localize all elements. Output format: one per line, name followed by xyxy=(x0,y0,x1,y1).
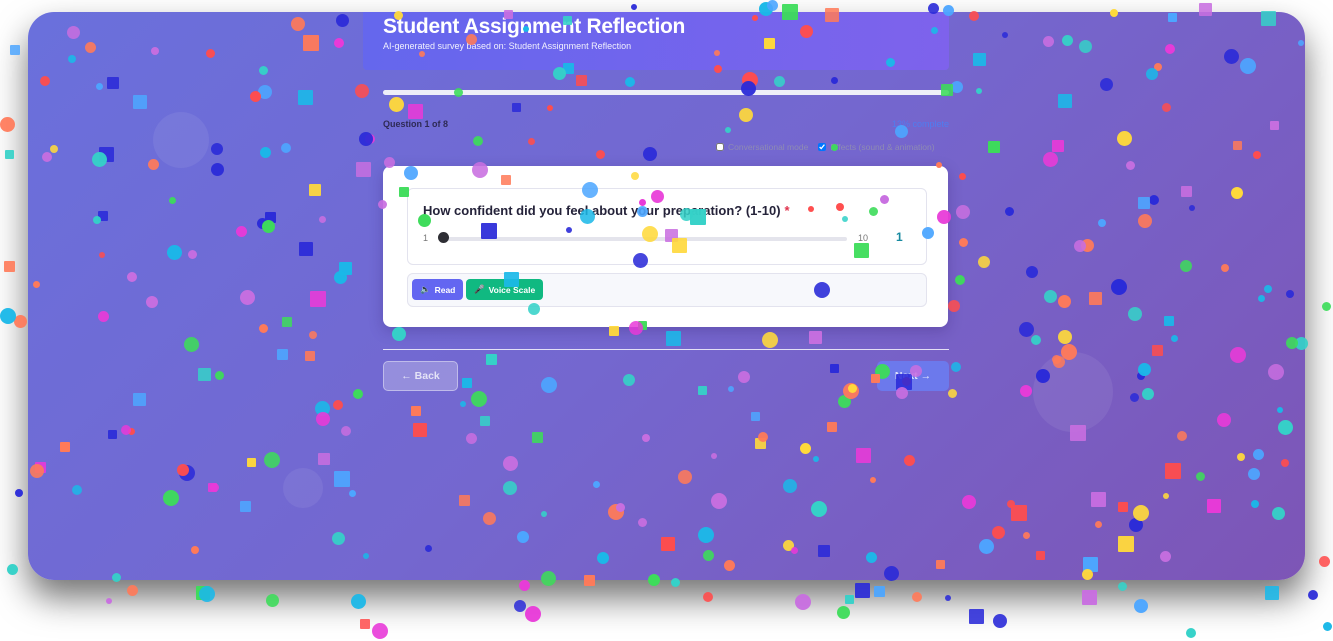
confetti-piece xyxy=(993,614,1007,628)
confetti-piece xyxy=(945,595,951,601)
back-button[interactable]: ← Back xyxy=(383,361,458,391)
progress-bar xyxy=(383,90,949,95)
confetti-piece xyxy=(874,586,885,597)
voice-scale-button-label: Voice Scale xyxy=(488,284,536,295)
read-button-label: Read xyxy=(434,284,456,295)
page-subtitle: AI-generated survey based on: Student As… xyxy=(383,41,632,51)
slider-min-label: 1 xyxy=(423,233,429,243)
confetti-piece xyxy=(1082,590,1097,605)
confetti-piece xyxy=(912,592,922,602)
confetti-piece xyxy=(1308,590,1318,600)
rating-slider[interactable] xyxy=(442,237,847,241)
conversational-mode-label: Conversational mode xyxy=(728,142,809,152)
action-bar: 🔈 Read 🎤 Voice Scale xyxy=(407,273,927,307)
confetti-piece xyxy=(10,45,20,55)
confetti-piece xyxy=(703,592,713,602)
confetti-piece xyxy=(127,585,138,596)
confetti-piece xyxy=(525,606,541,622)
effects-label: Effects (sound & animation) xyxy=(830,142,935,152)
conversational-mode-option[interactable]: Conversational mode xyxy=(716,142,808,152)
slider-thumb[interactable] xyxy=(438,232,449,243)
back-button-label: Back xyxy=(414,370,440,382)
question-counter: Question 1 of 8 xyxy=(383,119,449,129)
required-marker: * xyxy=(784,203,790,218)
effects-option[interactable]: Effects (sound & animation) xyxy=(818,142,935,152)
question-field: How confident did you feel about your pr… xyxy=(407,188,927,265)
confetti-piece xyxy=(196,586,210,600)
confetti-piece xyxy=(514,600,526,612)
options-row: Conversational mode Effects (sound & ani… xyxy=(716,142,935,152)
confetti-piece xyxy=(14,315,27,328)
confetti-piece xyxy=(0,308,16,324)
app-window: Student Assignment Reflection AI-generat… xyxy=(28,12,1305,580)
background-bubble xyxy=(283,468,323,508)
confetti-piece xyxy=(199,586,215,602)
slider-max-label: 10 xyxy=(858,233,869,243)
confetti-piece xyxy=(5,150,14,159)
confetti-piece xyxy=(360,619,370,629)
background-bubble xyxy=(1033,352,1113,432)
confetti-piece xyxy=(106,598,112,604)
next-button[interactable]: Next → xyxy=(877,361,949,391)
confetti-piece xyxy=(837,606,850,619)
confetti-piece xyxy=(519,580,530,591)
conversational-mode-checkbox[interactable] xyxy=(716,143,724,151)
next-button-label: Next xyxy=(894,370,918,382)
confetti-piece xyxy=(969,609,984,624)
confetti-piece xyxy=(1134,599,1148,613)
microphone-icon: 🎤 xyxy=(474,284,485,294)
confetti-piece xyxy=(351,594,366,609)
page-title: Student Assignment Reflection xyxy=(383,15,686,38)
confetti-piece xyxy=(15,489,23,497)
confetti-piece xyxy=(1186,628,1196,638)
confetti-piece xyxy=(266,594,279,607)
confetti-piece xyxy=(855,583,870,598)
background-bubble xyxy=(153,112,209,168)
divider xyxy=(383,349,949,350)
confetti-piece xyxy=(7,564,18,575)
confetti-piece xyxy=(1322,302,1331,311)
progress-percent: 13% complete xyxy=(891,119,949,129)
confetti-piece xyxy=(0,117,15,132)
confetti-piece xyxy=(1265,586,1279,600)
arrow-left-icon: ← xyxy=(401,370,412,382)
effects-checkbox[interactable] xyxy=(818,143,827,151)
read-button[interactable]: 🔈 Read xyxy=(412,279,464,300)
confetti-piece xyxy=(845,595,854,604)
question-text: How confident did you feel about your pr… xyxy=(423,203,790,218)
confetti-piece xyxy=(795,594,811,610)
confetti-piece xyxy=(4,261,15,272)
question-card: How confident did you feel about your pr… xyxy=(383,166,948,327)
slider-value: 1 xyxy=(896,230,903,244)
confetti-piece xyxy=(631,4,637,10)
speaker-icon: 🔈 xyxy=(420,284,431,294)
voice-scale-button[interactable]: 🎤 Voice Scale xyxy=(466,279,544,300)
confetti-piece xyxy=(1118,582,1127,591)
confetti-piece xyxy=(1319,556,1330,567)
confetti-piece xyxy=(1323,622,1332,631)
question-label: How confident did you feel about your pr… xyxy=(423,203,781,218)
progress-bar-fill xyxy=(383,90,949,95)
arrow-right-icon: → xyxy=(920,370,932,382)
confetti-piece xyxy=(767,0,778,11)
confetti-piece xyxy=(372,623,388,639)
